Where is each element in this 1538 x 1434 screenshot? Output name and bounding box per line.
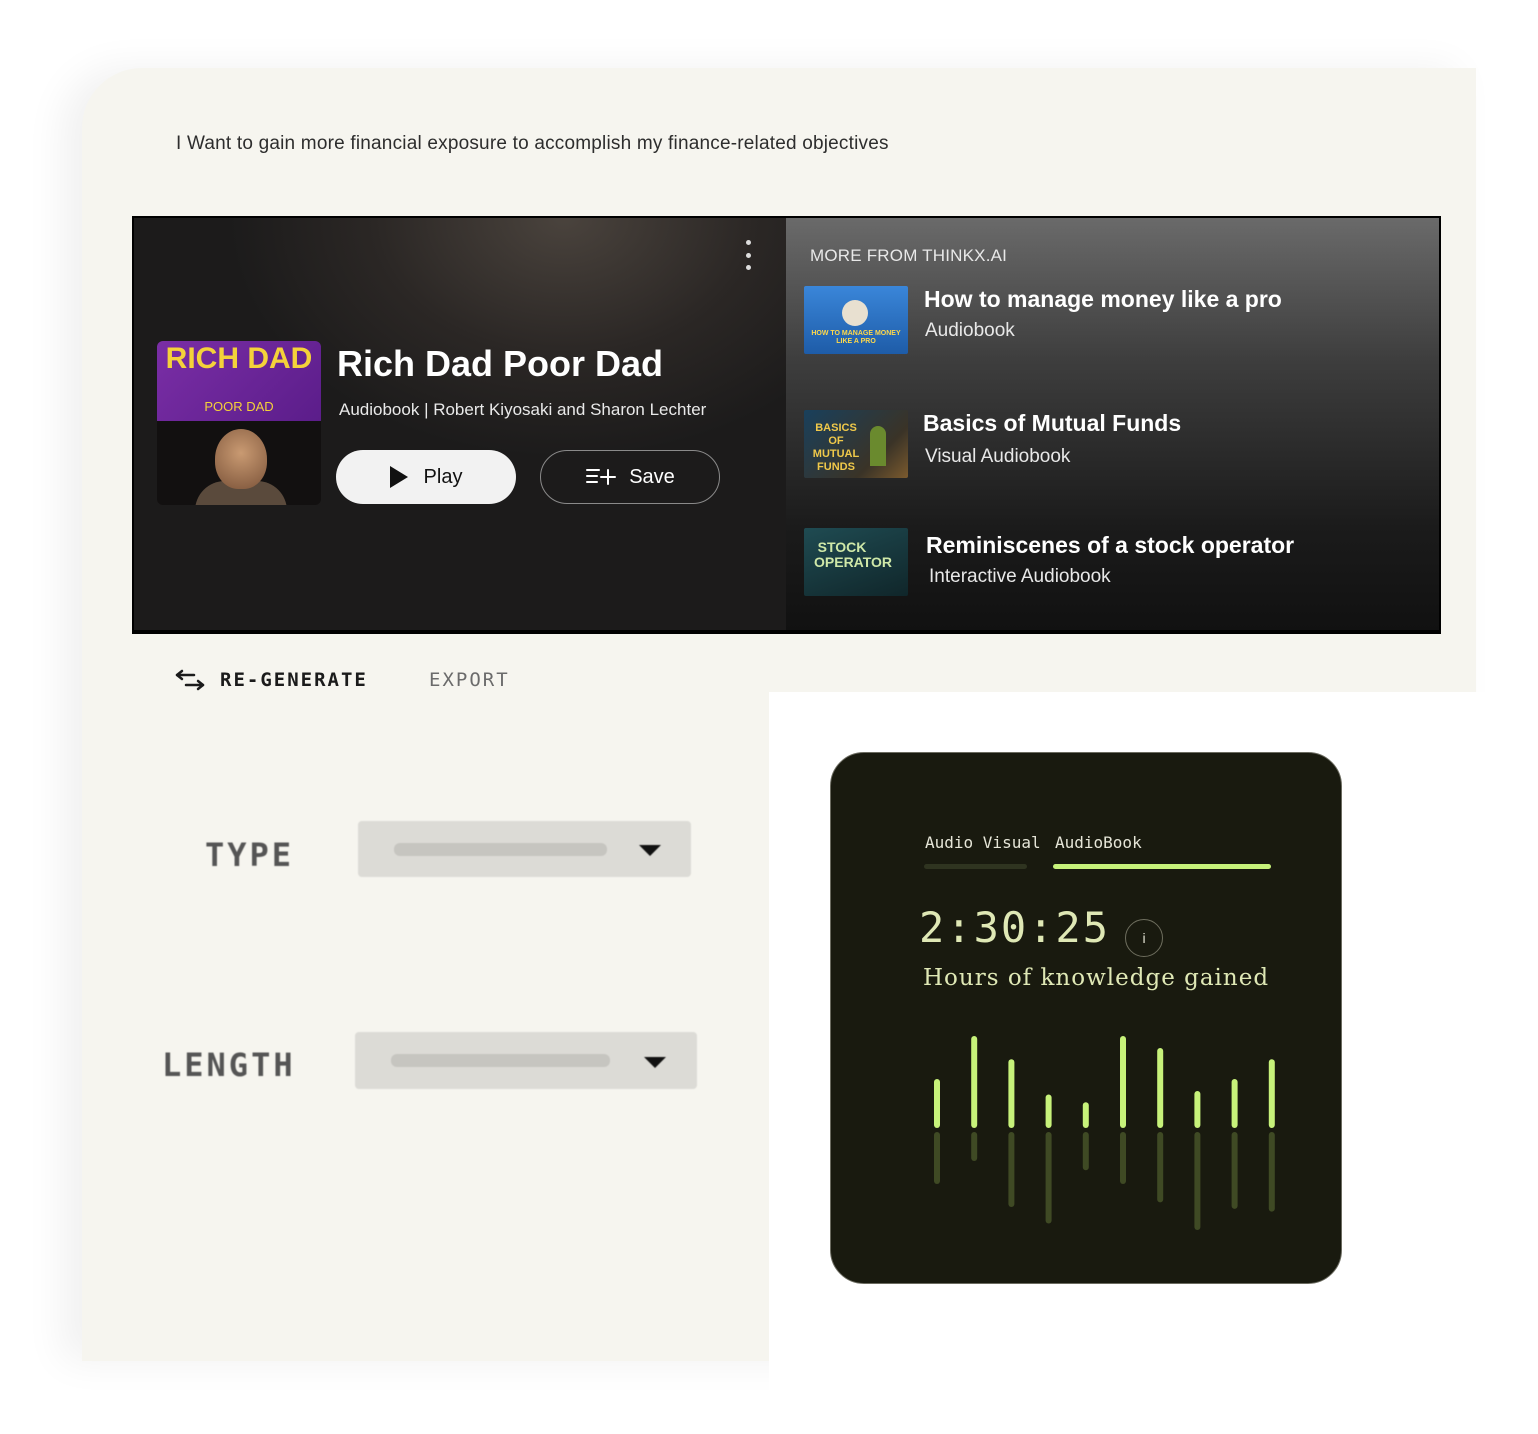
length-label: LENGTH (162, 1046, 296, 1084)
recommendation-thumbnail: HOW TO MANAGE MONEY LIKE A PRO (804, 286, 908, 354)
featured-card: RICH DAD POOR DAD Rich Dad Poor Dad Audi… (132, 216, 1441, 634)
stats-card: Audio Visual AudioBook 2:30:25 i Hours o… (830, 752, 1342, 1284)
swap-arrows-icon (175, 669, 205, 691)
recommendation-thumbnail: STOCK OPERATOR (804, 528, 908, 596)
cover-title: RICH DAD (165, 342, 313, 375)
recommendation-thumbnail: BASICS OF MUTUAL FUNDS (804, 410, 908, 478)
recommendations-heading: MORE FROM THINKX.AI (810, 246, 1008, 265)
audio-waveform (934, 1036, 1275, 1230)
chevron-down-icon (639, 845, 661, 856)
recommendation-title: Reminiscenes of a stock operator (926, 532, 1295, 558)
book-title: Rich Dad Poor Dad (337, 343, 664, 384)
cover-subtitle: POOR DAD (204, 399, 274, 414)
export-button[interactable]: EXPORT (429, 669, 510, 691)
length-select[interactable] (355, 1032, 697, 1089)
more-options-icon[interactable] (746, 240, 752, 270)
regenerate-button[interactable]: RE-GENERATE (174, 668, 368, 692)
book-cover[interactable]: RICH DAD POOR DAD (157, 341, 321, 505)
recommendation-type: Audiobook (925, 320, 1015, 341)
recommendation-type: Visual Audiobook (925, 446, 1071, 467)
play-button[interactable]: Play (336, 450, 516, 504)
add-to-list-icon (586, 469, 617, 485)
chevron-down-icon (644, 1057, 666, 1068)
book-meta: Audiobook | Robert Kiyosaki and Sharon L… (339, 400, 707, 419)
play-label: Play (423, 465, 463, 488)
recommendations-section: MORE FROM THINKX.AI HOW TO MANAGE MONEY … (786, 218, 1439, 630)
prompt-text: I Want to gain more financial exposure t… (176, 133, 889, 154)
featured-section: RICH DAD POOR DAD Rich Dad Poor Dad Audi… (134, 218, 786, 630)
recommendation-title: How to manage money like a pro (924, 286, 1282, 312)
type-label: TYPE (205, 836, 295, 874)
recommendation-title: Basics of Mutual Funds (923, 410, 1182, 436)
regenerate-label: RE-GENERATE (220, 669, 368, 691)
save-label: Save (629, 465, 675, 488)
save-button[interactable]: Save (540, 450, 720, 504)
type-select[interactable] (358, 821, 691, 877)
recommendation-type: Interactive Audiobook (929, 566, 1111, 587)
play-icon (389, 466, 408, 488)
author-face (215, 429, 267, 489)
